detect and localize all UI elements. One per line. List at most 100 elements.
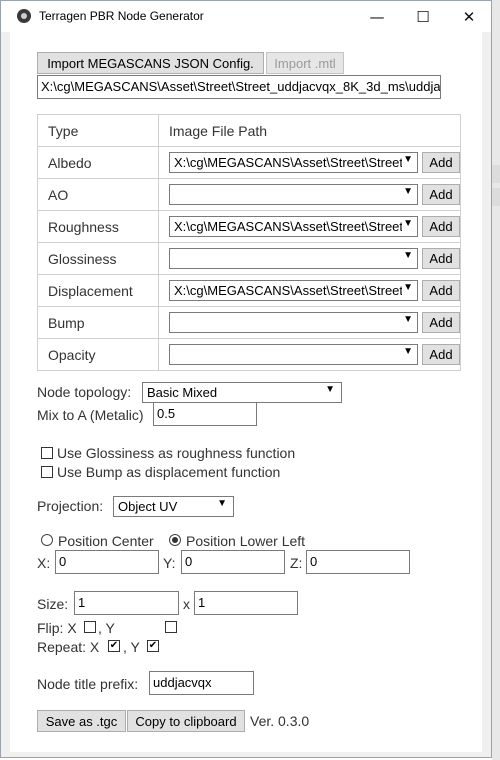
maximize-icon: ☐ <box>416 7 430 26</box>
maps-table: Type Image File Path Albedo X:\cg\MEGASC… <box>37 114 461 371</box>
chevron-down-icon: ▼ <box>325 384 335 395</box>
map-path-select[interactable]: X:\cg\MEGASCANS\Asset\Street\Street_uddj… <box>169 280 418 301</box>
save-tgc-button[interactable]: Save as .tgc <box>37 710 126 732</box>
node-title-prefix-label: Node title prefix: <box>37 676 139 692</box>
chevron-down-icon: ▼ <box>217 498 227 509</box>
column-header-type: Type <box>37 114 159 147</box>
add-map-button[interactable]: Add <box>422 312 460 333</box>
mix-input[interactable]: 0.5 <box>153 402 257 426</box>
chevron-down-icon: ▼ <box>403 218 413 229</box>
map-type-label: Roughness <box>37 210 159 243</box>
minimize-button[interactable]: — <box>354 1 400 32</box>
map-path-select[interactable]: ▼ <box>169 344 418 365</box>
position-y-input[interactable]: 0 <box>181 550 285 574</box>
chevron-down-icon: ▼ <box>403 250 413 261</box>
repeat-y-label: , Y <box>123 639 140 655</box>
copy-to-clipboard-button[interactable]: Copy to clipboard <box>127 710 245 732</box>
flip-y-label: , Y <box>98 620 115 636</box>
repeat-y-checkbox[interactable]: ✔ <box>147 640 159 652</box>
import-mtl-button[interactable]: Import .mtl <box>266 52 344 74</box>
node-topology-select[interactable]: Basic Mixed ▼ <box>142 382 342 403</box>
add-map-button[interactable]: Add <box>422 152 460 173</box>
add-map-button[interactable]: Add <box>422 280 460 301</box>
projection-select[interactable]: Object UV ▼ <box>113 496 234 517</box>
flip-y-checkbox[interactable] <box>165 621 177 633</box>
glossiness-option-label: Use Glossiness as roughness function <box>57 445 296 461</box>
json-path-field[interactable]: X:\cg\MEGASCANS\Asset\Street\Street_uddj… <box>37 75 441 99</box>
projection-value: Object UV <box>118 499 178 514</box>
map-path-cell: X:\cg\MEGASCANS\Asset\Street\Street_uddj… <box>158 274 461 307</box>
map-path-value: X:\cg\MEGASCANS\Asset\Street\Street_uddj… <box>174 155 402 170</box>
size-y-input[interactable]: 1 <box>194 591 298 615</box>
node-title-prefix-input[interactable]: uddjacvqx <box>149 671 254 695</box>
app-icon <box>17 9 31 23</box>
map-type-label: AO <box>37 178 159 211</box>
title-bar[interactable]: Terragen PBR Node Generator — ☐ ✕ <box>1 1 491 32</box>
background-fragment <box>492 188 500 206</box>
map-path-select[interactable]: X:\cg\MEGASCANS\Asset\Street\Street_uddj… <box>169 216 418 237</box>
map-path-cell: X:\cg\MEGASCANS\Asset\Street\Street_uddj… <box>158 210 461 243</box>
map-type-label: Displacement <box>37 274 159 307</box>
window-title: Terragen PBR Node Generator <box>39 9 204 23</box>
close-button[interactable]: ✕ <box>446 1 492 32</box>
close-icon: ✕ <box>462 7 476 26</box>
map-path-cell: X:\cg\MEGASCANS\Asset\Street\Street_uddj… <box>158 146 461 179</box>
map-path-select[interactable]: ▼ <box>169 312 418 333</box>
flip-x-checkbox[interactable] <box>84 621 96 633</box>
map-path-cell: ▼ Add <box>158 338 461 371</box>
table-row: Albedo X:\cg\MEGASCANS\Asset\Street\Stre… <box>37 146 461 179</box>
add-map-button[interactable]: Add <box>422 184 460 205</box>
position-x-input[interactable]: 0 <box>55 550 159 574</box>
map-path-cell: ▼ Add <box>158 242 461 275</box>
map-path-value: X:\cg\MEGASCANS\Asset\Street\Street_uddj… <box>174 219 402 234</box>
checkmark-icon: ✔ <box>148 640 158 651</box>
minimize-icon: — <box>369 7 385 26</box>
table-header-row: Type Image File Path <box>37 114 461 147</box>
map-path-value: X:\cg\MEGASCANS\Asset\Street\Street_uddj… <box>174 283 402 298</box>
table-row: Bump ▼ Add <box>37 306 461 339</box>
glossiness-checkbox[interactable] <box>41 447 53 459</box>
table-row: Displacement X:\cg\MEGASCANS\Asset\Stree… <box>37 274 461 307</box>
chevron-down-icon: ▼ <box>403 314 413 325</box>
table-row: Glossiness ▼ Add <box>37 242 461 275</box>
mix-label: Mix to A (Metalic) <box>37 407 144 423</box>
position-lower-left-label: Position Lower Left <box>186 533 306 549</box>
map-path-cell: ▼ Add <box>158 306 461 339</box>
background-fragment <box>492 165 500 183</box>
bump-checkbox[interactable] <box>41 466 53 478</box>
position-z-input[interactable]: 0 <box>306 550 410 574</box>
map-type-label: Bump <box>37 306 159 339</box>
background-window-strip <box>492 0 500 760</box>
add-map-button[interactable]: Add <box>422 216 460 237</box>
table-row: AO ▼ Add <box>37 178 461 211</box>
import-megascans-button[interactable]: Import MEGASCANS JSON Config. <box>37 52 264 74</box>
form-body: Import MEGASCANS JSON Config. Import .mt… <box>10 32 482 752</box>
map-path-select[interactable]: ▼ <box>169 248 418 269</box>
bump-option-label: Use Bump as displacement function <box>57 464 281 480</box>
size-x-input[interactable]: 1 <box>74 591 179 615</box>
position-center-radio[interactable] <box>41 534 53 546</box>
add-map-button[interactable]: Add <box>422 248 460 269</box>
map-type-label: Opacity <box>37 338 159 371</box>
y-label: Y: <box>163 555 176 571</box>
version-label: Ver. 0.3.0 <box>250 713 310 729</box>
node-topology-label: Node topology: <box>37 384 132 400</box>
map-path-select[interactable]: X:\cg\MEGASCANS\Asset\Street\Street_uddj… <box>169 152 418 173</box>
position-center-label: Position Center <box>58 533 154 549</box>
add-map-button[interactable]: Add <box>422 344 460 365</box>
map-path-cell: ▼ Add <box>158 178 461 211</box>
flip-label: Flip: X <box>37 620 77 636</box>
map-type-label: Albedo <box>37 146 159 179</box>
size-label: Size: <box>37 596 69 612</box>
maximize-button[interactable]: ☐ <box>400 1 446 32</box>
checkmark-icon: ✔ <box>109 640 119 651</box>
repeat-x-checkbox[interactable]: ✔ <box>108 640 120 652</box>
repeat-label: Repeat: X <box>37 639 100 655</box>
position-lower-left-radio[interactable] <box>169 534 181 546</box>
table-row: Opacity ▼ Add <box>37 338 461 371</box>
column-header-path: Image File Path <box>158 114 461 147</box>
size-separator: x <box>183 596 190 612</box>
node-topology-value: Basic Mixed <box>147 385 218 400</box>
app-window: Terragen PBR Node Generator — ☐ ✕ Import… <box>0 0 492 758</box>
map-path-select[interactable]: ▼ <box>169 184 418 205</box>
